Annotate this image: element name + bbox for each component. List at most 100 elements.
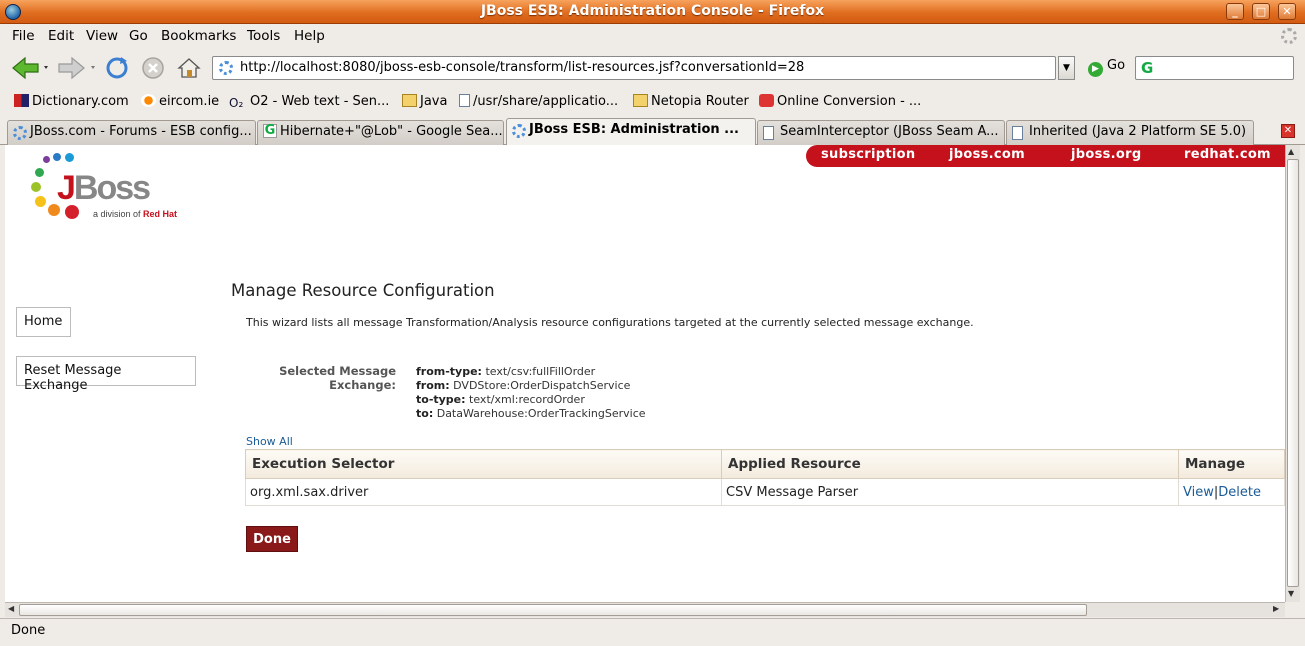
logo-subtitle: a division of Red Hat: [93, 209, 177, 219]
bookmark-dictionary[interactable]: Dictionary.com: [14, 94, 129, 109]
bookmark-label: O2 - Web text - Sen...: [250, 94, 390, 109]
jboss-logo[interactable]: JBoss a division of Red Hat: [29, 153, 199, 223]
page-icon: [459, 94, 470, 107]
delete-link[interactable]: Delete: [1218, 485, 1261, 500]
intro-text: This wizard lists all message Transforma…: [246, 316, 974, 329]
menu-tools[interactable]: Tools: [247, 28, 280, 44]
logo-sub-text: a division of: [93, 209, 141, 219]
reload-icon[interactable]: [104, 55, 130, 81]
page-icon: [763, 126, 774, 140]
vertical-scrollbar[interactable]: ▲ ▼: [1285, 145, 1300, 602]
menu-view[interactable]: View: [86, 28, 118, 44]
resource-table: Execution Selector Applied Resource Mana…: [245, 449, 1285, 506]
tab-label: SeamInterceptor (JBoss Seam A...: [780, 124, 999, 139]
vertical-scroll-thumb[interactable]: [1287, 159, 1299, 587]
menu-edit[interactable]: Edit: [48, 28, 74, 44]
loading-icon: [512, 124, 526, 138]
horizontal-scrollbar[interactable]: ◀ ▶: [5, 602, 1285, 617]
menu-help[interactable]: Help: [294, 28, 325, 44]
menu-go[interactable]: Go: [129, 28, 148, 44]
top-links-bar: subscription jboss.com jboss.org redhat.…: [806, 145, 1285, 167]
tab-strip: JBoss.com - Forums - ESB config... G Hibe…: [0, 117, 1305, 146]
throbber-icon: [1281, 28, 1297, 44]
to-type-label: to-type:: [416, 393, 466, 406]
from-type-row: from-type: text/csv:fullFillOrder: [416, 365, 646, 379]
scroll-up-icon[interactable]: ▲: [1288, 147, 1294, 156]
column-header-execution-selector: Execution Selector: [245, 449, 722, 479]
bookmark-o2[interactable]: O₂ O2 - Web text - Sen...: [229, 94, 390, 110]
table-row: org.xml.sax.driver CSV Message Parser Vi…: [245, 478, 1285, 506]
search-input[interactable]: G: [1135, 56, 1294, 80]
scroll-right-icon[interactable]: ▶: [1273, 604, 1279, 613]
logo-dot: [65, 153, 74, 162]
menu-file[interactable]: File: [12, 28, 35, 44]
page-favicon-icon: [219, 61, 233, 75]
reset-message-exchange-button[interactable]: Reset Message Exchange: [16, 356, 196, 393]
maximize-button[interactable]: □: [1252, 3, 1270, 20]
bookmark-folder-netopia[interactable]: Netopia Router: [633, 94, 749, 109]
url-text[interactable]: http://localhost:8080/jboss-esb-console/…: [240, 60, 804, 75]
cell-execution-selector: org.xml.sax.driver: [245, 478, 722, 506]
horizontal-scroll-thumb[interactable]: [19, 604, 1087, 616]
to-type-row: to-type: text/xml:recordOrder: [416, 393, 646, 407]
show-all-link[interactable]: Show All: [246, 435, 293, 448]
link-redhat-com[interactable]: redhat.com: [1184, 147, 1271, 162]
tab-google-search[interactable]: G Hibernate+"@Lob" - Google Sea...: [257, 120, 504, 145]
logo-dot: [53, 153, 61, 161]
title-bar: JBoss ESB: Administration Console - Fire…: [0, 0, 1305, 24]
from-value: DVDStore:OrderDispatchService: [453, 379, 631, 392]
selected-exchange-label: Selected Message Exchange:: [279, 364, 396, 392]
tab-label: Hibernate+"@Lob" - Google Sea...: [280, 124, 503, 139]
link-jboss-org[interactable]: jboss.org: [1071, 147, 1141, 162]
stop-icon[interactable]: [140, 55, 166, 81]
back-icon[interactable]: [10, 55, 52, 81]
folder-icon: [402, 94, 417, 107]
column-header-applied-resource: Applied Resource: [721, 449, 1179, 479]
bookmark-usr-share[interactable]: /usr/share/applicatio...: [459, 94, 618, 109]
tab-label: JBoss.com - Forums - ESB config...: [30, 124, 252, 139]
forward-icon[interactable]: [57, 55, 99, 81]
bookmark-label: Netopia Router: [651, 94, 749, 109]
status-bar: Done: [0, 618, 1305, 646]
done-button[interactable]: Done: [246, 526, 298, 552]
to-type-value: text/xml:recordOrder: [469, 393, 585, 406]
from-row: from: DVDStore:OrderDispatchService: [416, 379, 646, 393]
page-icon: [1012, 126, 1023, 140]
bookmark-online-conversion[interactable]: Online Conversion - ...: [759, 94, 921, 109]
close-window-button[interactable]: ✕: [1278, 3, 1296, 20]
tab-jboss-forums[interactable]: JBoss.com - Forums - ESB config...: [7, 120, 256, 145]
url-history-dropdown[interactable]: ▼: [1058, 56, 1075, 80]
bookmark-label: eircom.ie: [159, 94, 220, 109]
folder-icon: [633, 94, 648, 107]
dictionary-icon: [14, 94, 29, 107]
tab-seam-interceptor[interactable]: SeamInterceptor (JBoss Seam A...: [757, 120, 1005, 145]
logo-sub-brand: Red Hat: [143, 209, 178, 219]
go-button[interactable]: ▶ Go: [1088, 58, 1125, 77]
go-arrow-icon: ▶: [1088, 62, 1103, 77]
logo-dot: [43, 156, 50, 163]
selected-exchange-values: from-type: text/csv:fullFillOrder from: …: [416, 365, 646, 421]
close-tab-icon[interactable]: ✕: [1281, 124, 1295, 138]
link-subscription[interactable]: subscription: [821, 147, 915, 162]
bookmark-label: /usr/share/applicatio...: [473, 94, 619, 109]
from-label: from:: [416, 379, 450, 392]
google-icon: G: [263, 123, 277, 138]
to-value: DataWarehouse:OrderTrackingService: [436, 407, 646, 420]
menu-bookmarks[interactable]: Bookmarks: [161, 28, 236, 44]
bookmark-folder-java[interactable]: Java: [402, 94, 447, 109]
tab-jboss-esb-console[interactable]: JBoss ESB: Administration ...: [506, 118, 756, 146]
bookmark-eircom[interactable]: eircom.ie: [141, 94, 219, 109]
home-icon[interactable]: [176, 55, 202, 81]
home-button[interactable]: Home: [16, 307, 71, 337]
url-bar[interactable]: http://localhost:8080/jboss-esb-console/…: [212, 56, 1056, 80]
from-type-label: from-type:: [416, 365, 482, 378]
view-link[interactable]: View: [1183, 485, 1214, 500]
scroll-down-icon[interactable]: ▼: [1288, 589, 1294, 598]
cell-manage: View|Delete: [1178, 478, 1285, 506]
go-label: Go: [1107, 58, 1126, 73]
tab-inherited-java[interactable]: Inherited (Java 2 Platform SE 5.0): [1006, 120, 1254, 145]
logo-dot: [35, 196, 46, 207]
minimize-button[interactable]: _: [1226, 3, 1244, 20]
link-jboss-com[interactable]: jboss.com: [949, 147, 1025, 162]
scroll-left-icon[interactable]: ◀: [8, 604, 14, 613]
